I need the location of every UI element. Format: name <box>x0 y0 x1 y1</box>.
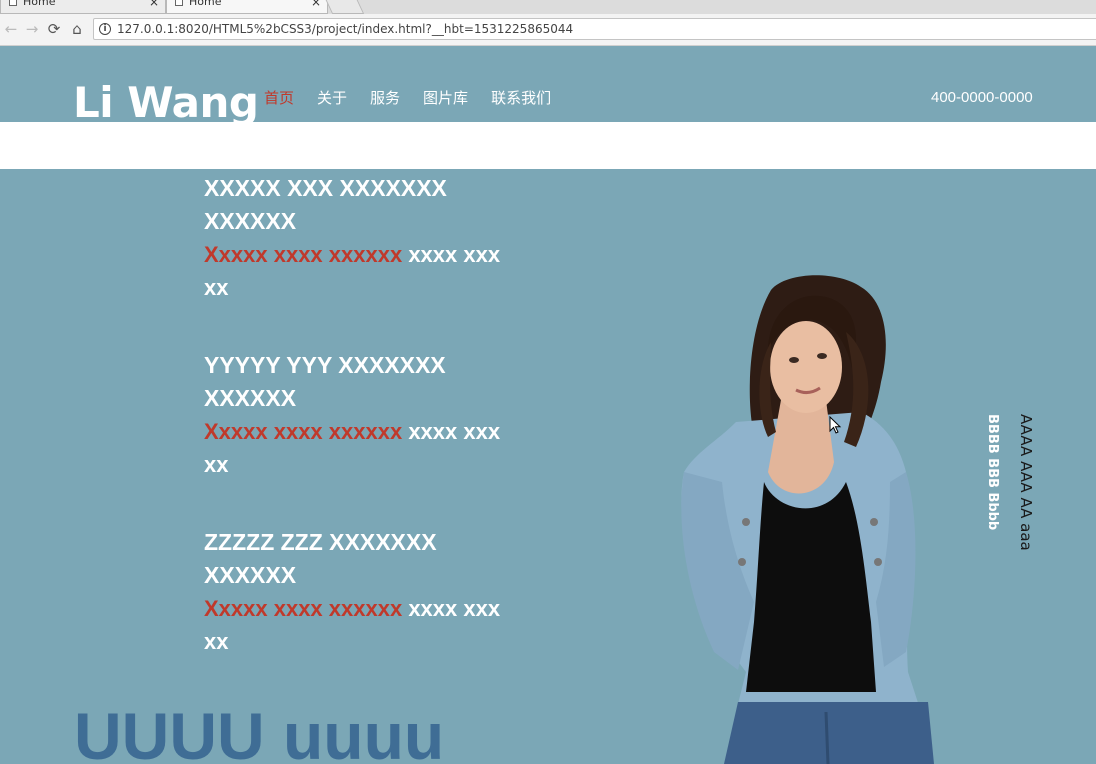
page-icon <box>175 0 183 6</box>
reload-icon[interactable]: ⟳ <box>45 20 63 38</box>
tab-strip: Home × Home × <box>0 0 1096 14</box>
site-logo[interactable]: Li Wang <box>73 78 259 127</box>
feature-item: YYYYY YYY XXXXXXX XXXXXX Xxxxx xxxx xxxx… <box>204 349 504 481</box>
feature-highlight: Xxxxx xxxx xxxxxx <box>204 242 403 267</box>
page-icon <box>9 0 17 6</box>
feature-title: ZZZZZ ZZZ XXXXXXX XXXXXX <box>204 529 437 588</box>
white-band <box>0 122 1096 169</box>
tab-home-1[interactable]: Home × <box>0 0 166 14</box>
feature-subtitle: Xxxxx xxxx xxxxxx xxxx xxx xx <box>204 592 504 658</box>
browser-toolbar: ← → ⟳ ⌂ i 127.0.0.1:8020/HTML5%2bCSS3/pr… <box>0 14 1096 46</box>
vertical-text-a: AAAA AAA AA aaa <box>1017 414 1035 551</box>
forward-icon[interactable]: → <box>23 20 41 38</box>
back-icon[interactable]: ← <box>2 20 20 38</box>
site-header: Li Wang 首页 关于 服务 图片库 联系我们 400-0000-0000 <box>0 46 1096 127</box>
phone-number: 400-0000-0000 <box>931 89 1033 106</box>
feature-item: XXXXX XXX XXXXXXX XXXXXX Xxxxx xxxx xxxx… <box>204 172 504 304</box>
home-icon[interactable]: ⌂ <box>68 20 86 38</box>
big-heading: UUUU uuuu <box>74 699 445 764</box>
woman-photo <box>681 275 934 764</box>
feature-subtitle: Xxxxx xxxx xxxxxx xxxx xxx xx <box>204 238 504 304</box>
main-nav: 首页 关于 服务 图片库 联系我们 <box>264 87 574 108</box>
feature-item: ZZZZZ ZZZ XXXXXXX XXXXXX Xxxxx xxxx xxxx… <box>204 526 504 658</box>
close-icon[interactable]: × <box>311 0 321 10</box>
vertical-text-b: BBBB BBB Bbbb <box>985 414 1000 531</box>
web-page: Li Wang 首页 关于 服务 图片库 联系我们 400-0000-0000 … <box>0 46 1096 764</box>
new-tab-button[interactable] <box>323 0 365 14</box>
feature-list: XXXXX XXX XXXXXXX XXXXXX Xxxxx xxxx xxxx… <box>204 172 504 703</box>
nav-item-contact[interactable]: 联系我们 <box>491 87 551 108</box>
close-icon[interactable]: × <box>149 0 159 10</box>
tab-home-2[interactable]: Home × <box>166 0 328 14</box>
mouse-cursor-icon <box>829 416 842 434</box>
url-text[interactable]: 127.0.0.1:8020/HTML5%2bCSS3/project/inde… <box>117 22 573 36</box>
feature-highlight: Xxxxx xxxx xxxxxx <box>204 596 403 621</box>
nav-item-home[interactable]: 首页 <box>264 87 294 108</box>
tab-title: Home <box>189 0 222 8</box>
address-bar[interactable]: i 127.0.0.1:8020/HTML5%2bCSS3/project/in… <box>93 18 1096 40</box>
info-icon[interactable]: i <box>99 23 111 35</box>
nav-item-services[interactable]: 服务 <box>370 87 400 108</box>
feature-title: XXXXX XXX XXXXXXX XXXXXX <box>204 175 447 234</box>
tab-title: Home <box>23 0 56 8</box>
feature-title: YYYYY YYY XXXXXXX XXXXXX <box>204 352 446 411</box>
nav-item-gallery[interactable]: 图片库 <box>423 87 468 108</box>
feature-highlight: Xxxxx xxxx xxxxxx <box>204 419 403 444</box>
feature-subtitle: Xxxxx xxxx xxxxxx xxxx xxx xx <box>204 415 504 481</box>
nav-item-about[interactable]: 关于 <box>317 87 347 108</box>
